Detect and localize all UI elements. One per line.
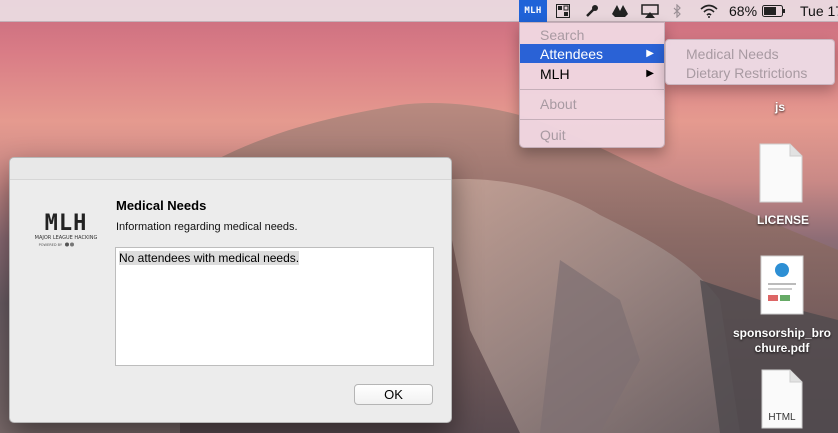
menu-item-quit[interactable]: Quit [520,125,664,144]
submenu-item-dietary-restrictions-label: Dietary Restrictions [686,64,808,81]
submenu-item-medical-needs[interactable]: Medical Needs [666,44,834,63]
menu-item-attendees-label: Attendees [540,45,604,62]
airplay-icon[interactable] [639,0,661,22]
menu-item-quit-label: Quit [540,126,566,143]
battery-percent[interactable]: 68% [729,0,757,22]
pdf-label-line2: chure.pdf [754,341,810,355]
menu-item-mlh-label: MLH [540,65,570,82]
html-file-badge: HTML [768,412,796,423]
submenu-item-medical-needs-label: Medical Needs [686,45,779,62]
dialog-subtitle: Information regarding medical needs. [116,221,298,233]
menu-bar: MLH 68% Tue 17 [0,0,838,22]
dialog-text-area[interactable]: No attendees with medical needs. [115,247,434,366]
pdf-thumbnail-icon[interactable] [760,255,804,315]
menu-item-mlh[interactable]: MLH ▶ [520,64,664,83]
document-icon[interactable] [758,142,804,204]
menu-item-attendees[interactable]: Attendees ▶ [520,44,664,63]
submenu-arrow-icon: ▶ [646,68,654,79]
medical-needs-dialog: MLH MAJOR LEAGUE HACKING POWERED BY Medi… [9,157,452,423]
grid-icon[interactable] [554,0,572,22]
mlh-logo: MLH MAJOR LEAGUE HACKING POWERED BY [35,211,98,247]
pdf-label-line1: sponsorship_bro [732,326,831,340]
mlh-extra-label: MLH [524,6,542,16]
submenu-arrow-icon: ▶ [646,48,654,59]
menu-item-search[interactable]: Search [520,25,664,44]
battery-icon[interactable] [761,0,787,22]
bluetooth-icon[interactable] [670,0,684,22]
desktop-item-license-label[interactable]: LICENSE [752,213,814,227]
desktop-item-js-label[interactable]: js [770,100,790,114]
mlh-dropdown-menu: Search Attendees ▶ MLH ▶ About Quit [519,22,665,148]
dialog-title: Medical Needs [116,198,207,213]
dialog-titlebar[interactable] [10,158,451,180]
menu-item-about-label: About [540,95,577,112]
wifi-icon[interactable] [698,0,720,22]
attendees-submenu: Medical Needs Dietary Restrictions [665,39,835,85]
menu-bar-clock[interactable]: Tue 17 [800,0,838,22]
dialog-body-text: No attendees with medical needs. [119,251,300,265]
menu-separator [520,119,664,120]
menu-item-about[interactable]: About [520,94,664,113]
logo-subtitle: MAJOR LEAGUE HACKING [35,235,98,241]
ok-button[interactable]: OK [354,384,433,405]
desktop-item-pdf-label[interactable]: sponsorship_bro chure.pdf [728,326,836,356]
drive-icon[interactable] [610,0,630,22]
wrench-icon[interactable] [583,0,601,22]
submenu-item-dietary-restrictions[interactable]: Dietary Restrictions [666,63,834,82]
mlh-menu-extra[interactable]: MLH [519,0,547,22]
logo-wordmark: MLH [45,211,88,236]
menu-item-search-label: Search [540,26,585,43]
logo-powered: POWERED BY [39,243,63,247]
menu-separator [520,89,664,90]
